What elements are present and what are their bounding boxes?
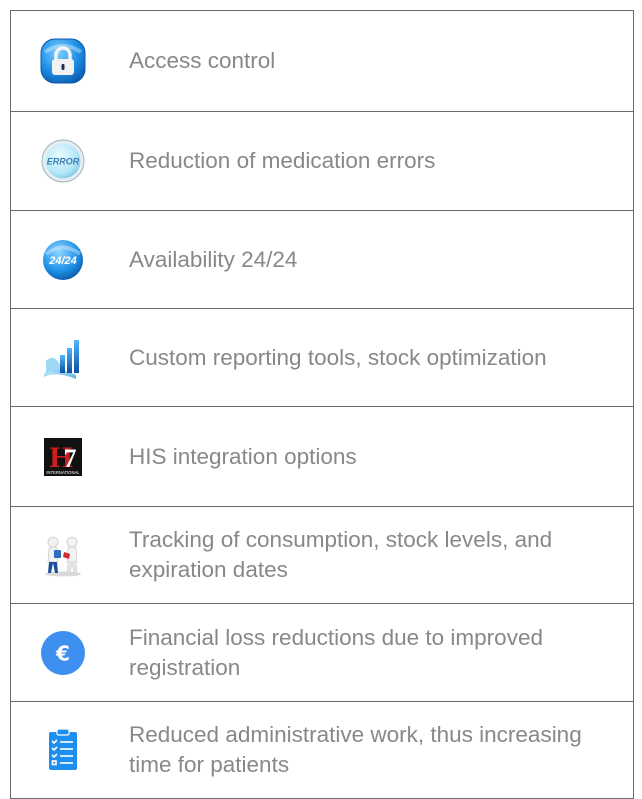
- feature-icon-cell: 24/24: [11, 211, 115, 308]
- checklist-clipboard-icon: [49, 728, 77, 770]
- feature-icon-cell: €: [11, 604, 115, 701]
- feature-label: Reduced administrative work, thus increa…: [129, 722, 582, 777]
- feature-icon-cell: [11, 309, 115, 406]
- padlock-icon: [40, 38, 86, 84]
- euro-icon: €: [41, 630, 85, 675]
- feature-row-availability: 24/24 Availability 24/24: [10, 211, 634, 309]
- tracking-figures-icon: [45, 536, 81, 577]
- feature-row-tracking: Tracking of consumption, stock levels, a…: [10, 507, 634, 604]
- feature-row-admin-work: Reduced administrative work, thus increa…: [10, 702, 634, 799]
- bar-chart-icon: [44, 339, 79, 379]
- feature-label: Tracking of consumption, stock levels, a…: [129, 527, 553, 582]
- svg-text:24/24: 24/24: [48, 255, 77, 267]
- availability-24-icon: 24/24: [43, 239, 83, 280]
- feature-label: Custom reporting tools, stock optimizati…: [129, 344, 547, 370]
- svg-text:INTERNATIONAL: INTERNATIONAL: [46, 470, 80, 475]
- feature-label: HIS integration options: [129, 443, 357, 469]
- feature-label: Access control: [129, 48, 276, 73]
- feature-label: Availability 24/24: [129, 246, 298, 272]
- feature-table: Access control ERROR Reduction of medica…: [10, 10, 634, 799]
- svg-text:7: 7: [64, 444, 77, 473]
- feature-label: Reduction of medication errors: [129, 148, 436, 173]
- feature-label: Financial loss reductions due to improve…: [129, 624, 543, 680]
- hl7-logo-icon: H 7 INTERNATIONAL: [44, 437, 82, 476]
- feature-row-financial-loss: € Financial loss reductions due to impro…: [10, 604, 634, 702]
- feature-icon-cell: [11, 11, 115, 111]
- feature-icon-cell: ERROR: [11, 112, 115, 210]
- feature-row-reporting: Custom reporting tools, stock optimizati…: [10, 309, 634, 407]
- feature-row-medication-errors: ERROR Reduction of medication errors: [10, 112, 634, 211]
- feature-icon-cell: [11, 507, 115, 603]
- feature-icon-cell: H 7 INTERNATIONAL: [11, 407, 115, 506]
- feature-icon-cell: [11, 702, 115, 798]
- svg-text:ERROR: ERROR: [47, 157, 80, 167]
- feature-row-his-integration: H 7 INTERNATIONAL HIS integration option…: [10, 407, 634, 507]
- error-icon: ERROR: [41, 139, 85, 183]
- svg-text:€: €: [55, 641, 70, 665]
- feature-row-access-control: Access control: [10, 11, 634, 112]
